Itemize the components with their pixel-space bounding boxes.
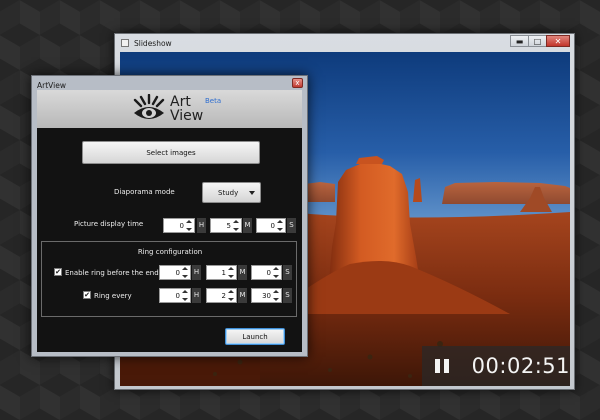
display-minutes-value: 5: [226, 222, 231, 230]
chevron-down-icon: [249, 191, 255, 195]
artview-close-button[interactable]: x: [292, 78, 303, 88]
ring-every-seconds-value: 30: [262, 292, 271, 300]
ring-every-hours-stepper[interactable]: 0: [159, 288, 191, 303]
spin-arrows-icon: [182, 267, 189, 278]
maximize-button[interactable]: □: [528, 35, 546, 47]
display-hours-value: 0: [179, 222, 184, 230]
ring-configuration-group: Ring configuration ✔ Enable ring before …: [41, 241, 297, 317]
pause-icon: [435, 359, 440, 373]
display-hours-stepper[interactable]: 0: [163, 218, 195, 233]
ring-every-checkbox[interactable]: ✔: [83, 291, 91, 299]
ring-end-hours-stepper[interactable]: 0: [159, 265, 191, 280]
ring-end-seconds-value: 0: [266, 269, 271, 277]
diaporama-mode-dropdown[interactable]: Study: [202, 182, 261, 203]
ring-before-end-label: Enable ring before the end: [65, 269, 159, 277]
spin-arrows-icon: [273, 267, 280, 278]
display-seconds-value: 0: [270, 222, 275, 230]
ring-every-seconds-stepper[interactable]: 30: [251, 288, 282, 303]
display-minutes-stepper[interactable]: 5: [210, 218, 242, 233]
ring-every-minutes-value: 2: [221, 292, 226, 300]
artview-window: ArtView x Art View Beta Select images Di…: [31, 75, 308, 357]
window-icon: [121, 39, 129, 47]
beta-badge: Beta: [205, 97, 222, 105]
ring-end-minutes-unit: M: [238, 265, 247, 280]
logo-banner: Art View Beta: [37, 90, 302, 128]
pause-icon: [444, 359, 449, 373]
artview-content: Art View Beta Select images Diaporama mo…: [37, 90, 302, 352]
launch-button[interactable]: Launch: [225, 328, 285, 345]
spin-arrows-icon: [233, 220, 240, 231]
ring-every-hours-unit: H: [192, 288, 201, 303]
ring-every-seconds-unit: S: [283, 288, 292, 303]
ring-end-minutes-stepper[interactable]: 1: [206, 265, 237, 280]
artview-title: ArtView: [37, 80, 66, 90]
spin-arrows-icon: [228, 290, 235, 301]
ring-end-seconds-unit: S: [283, 265, 292, 280]
ring-configuration-title: Ring configuration: [137, 248, 203, 256]
picture-display-time-label: Picture display time: [74, 220, 144, 228]
ring-end-seconds-stepper[interactable]: 0: [251, 265, 282, 280]
select-images-button[interactable]: Select images: [82, 141, 260, 164]
ring-every-hours-value: 0: [175, 292, 180, 300]
ring-every-minutes-unit: M: [238, 288, 247, 303]
spin-arrows-icon: [186, 220, 193, 231]
display-hours-unit: H: [197, 218, 206, 233]
close-button[interactable]: ✕: [546, 35, 570, 47]
diaporama-mode-value: Study: [218, 188, 239, 197]
display-minutes-unit: M: [243, 218, 252, 233]
playback-overlay: 00:02:51: [422, 346, 570, 386]
spin-arrows-icon: [228, 267, 235, 278]
diaporama-mode-label: Diaporama mode: [114, 188, 175, 196]
ring-end-hours-value: 0: [175, 269, 180, 277]
ring-before-end-checkbox[interactable]: ✔: [54, 268, 62, 276]
ring-end-minutes-value: 1: [221, 269, 226, 277]
eye-logo-icon: [133, 94, 165, 119]
slideshow-titlebar[interactable]: Slideshow ▬ □ ✕: [115, 34, 574, 52]
minimize-button[interactable]: ▬: [510, 35, 528, 47]
ring-every-minutes-stepper[interactable]: 2: [206, 288, 237, 303]
display-seconds-stepper[interactable]: 0: [256, 218, 286, 233]
display-seconds-unit: S: [287, 218, 296, 233]
slideshow-title: Slideshow: [134, 38, 172, 48]
spin-arrows-icon: [277, 220, 284, 231]
elapsed-timer: 00:02:51: [471, 354, 570, 378]
logo-word-art: Art: [170, 94, 191, 110]
pause-button[interactable]: [432, 356, 452, 376]
window-controls: ▬ □ ✕: [510, 35, 570, 47]
ring-every-label: Ring every: [94, 292, 132, 300]
spin-arrows-icon: [182, 290, 189, 301]
spin-arrows-icon: [273, 290, 280, 301]
logo-word-view: View: [170, 108, 204, 124]
ring-end-hours-unit: H: [192, 265, 201, 280]
